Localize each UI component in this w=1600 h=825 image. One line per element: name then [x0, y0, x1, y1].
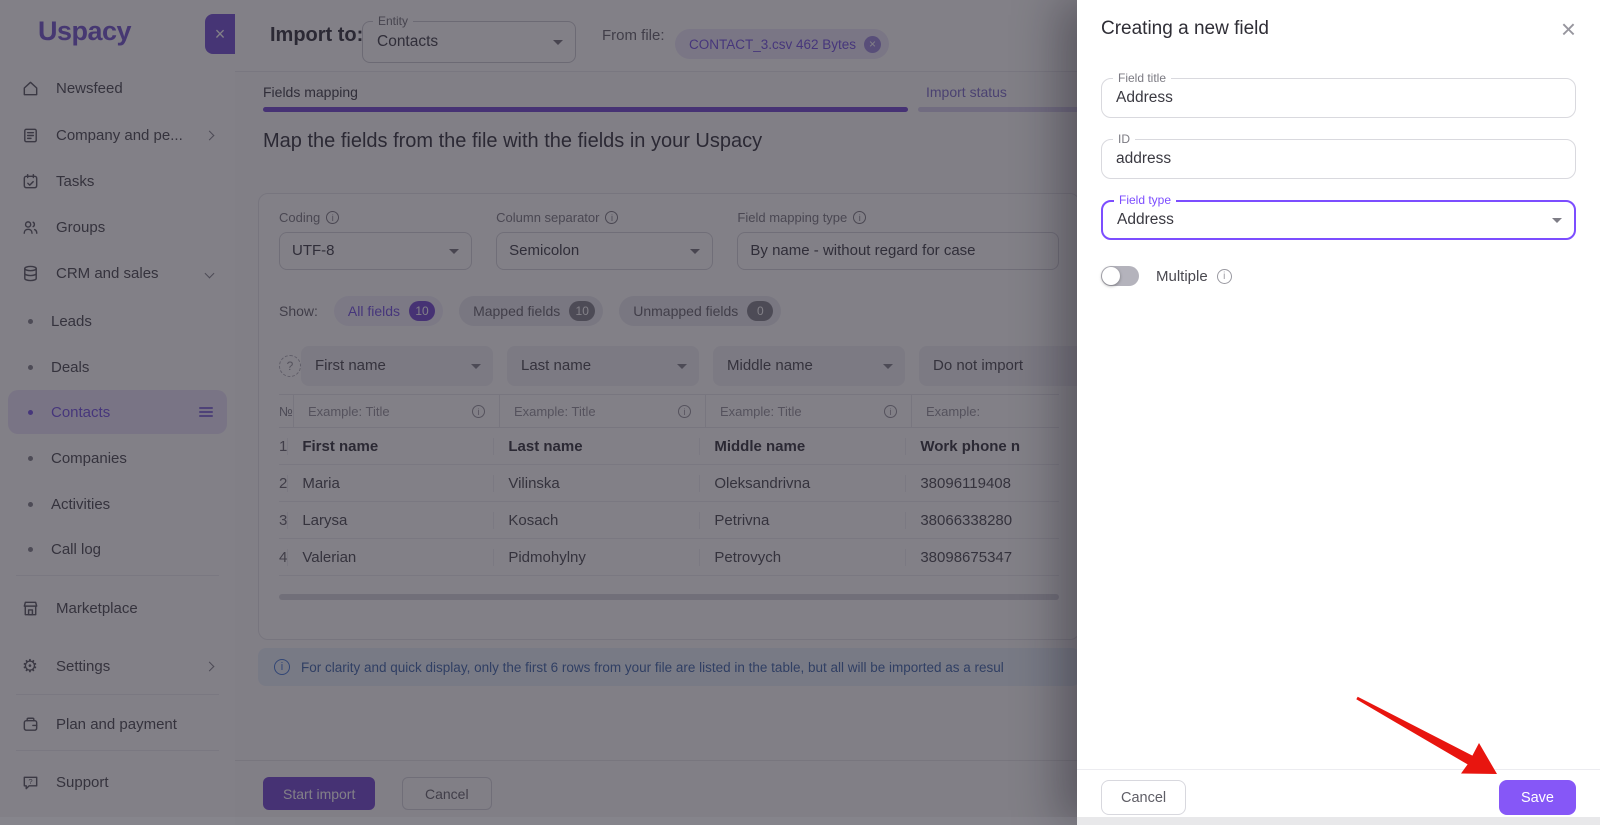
toggle-knob: [1102, 267, 1120, 285]
new-field-drawer: Creating a new field × Field title Addre…: [1077, 0, 1600, 825]
field-title-label: Field title: [1113, 71, 1172, 85]
drawer-cancel-button[interactable]: Cancel: [1101, 780, 1187, 815]
modal-backdrop[interactable]: [0, 0, 1077, 825]
field-type-value: Address: [1117, 211, 1174, 228]
app-screen: Uspacy × Newsfeed Company and pe... Task…: [0, 0, 1600, 825]
field-title-input[interactable]: Field title Address: [1101, 71, 1576, 118]
field-id-input[interactable]: ID address: [1101, 132, 1576, 179]
drawer-header: Creating a new field ×: [1077, 0, 1600, 58]
field-id-label: ID: [1113, 132, 1135, 146]
close-icon[interactable]: ×: [1561, 16, 1576, 42]
field-id-value: address: [1116, 150, 1172, 167]
window-horizontal-scrollbar[interactable]: [0, 817, 1600, 825]
multiple-toggle[interactable]: [1101, 266, 1139, 286]
save-button[interactable]: Save: [1498, 780, 1576, 815]
drawer-title: Creating a new field: [1101, 18, 1269, 39]
chevron-down-icon: [1552, 218, 1562, 223]
drawer-body: Field title Address ID address Field typ…: [1077, 58, 1600, 769]
multiple-toggle-row: Multiple i: [1101, 266, 1576, 286]
field-title-value: Address: [1116, 89, 1173, 106]
field-type-select[interactable]: Field type Address: [1101, 193, 1576, 240]
multiple-label: Multiple: [1156, 267, 1208, 285]
field-type-label: Field type: [1114, 193, 1177, 207]
info-icon: i: [1216, 268, 1232, 284]
